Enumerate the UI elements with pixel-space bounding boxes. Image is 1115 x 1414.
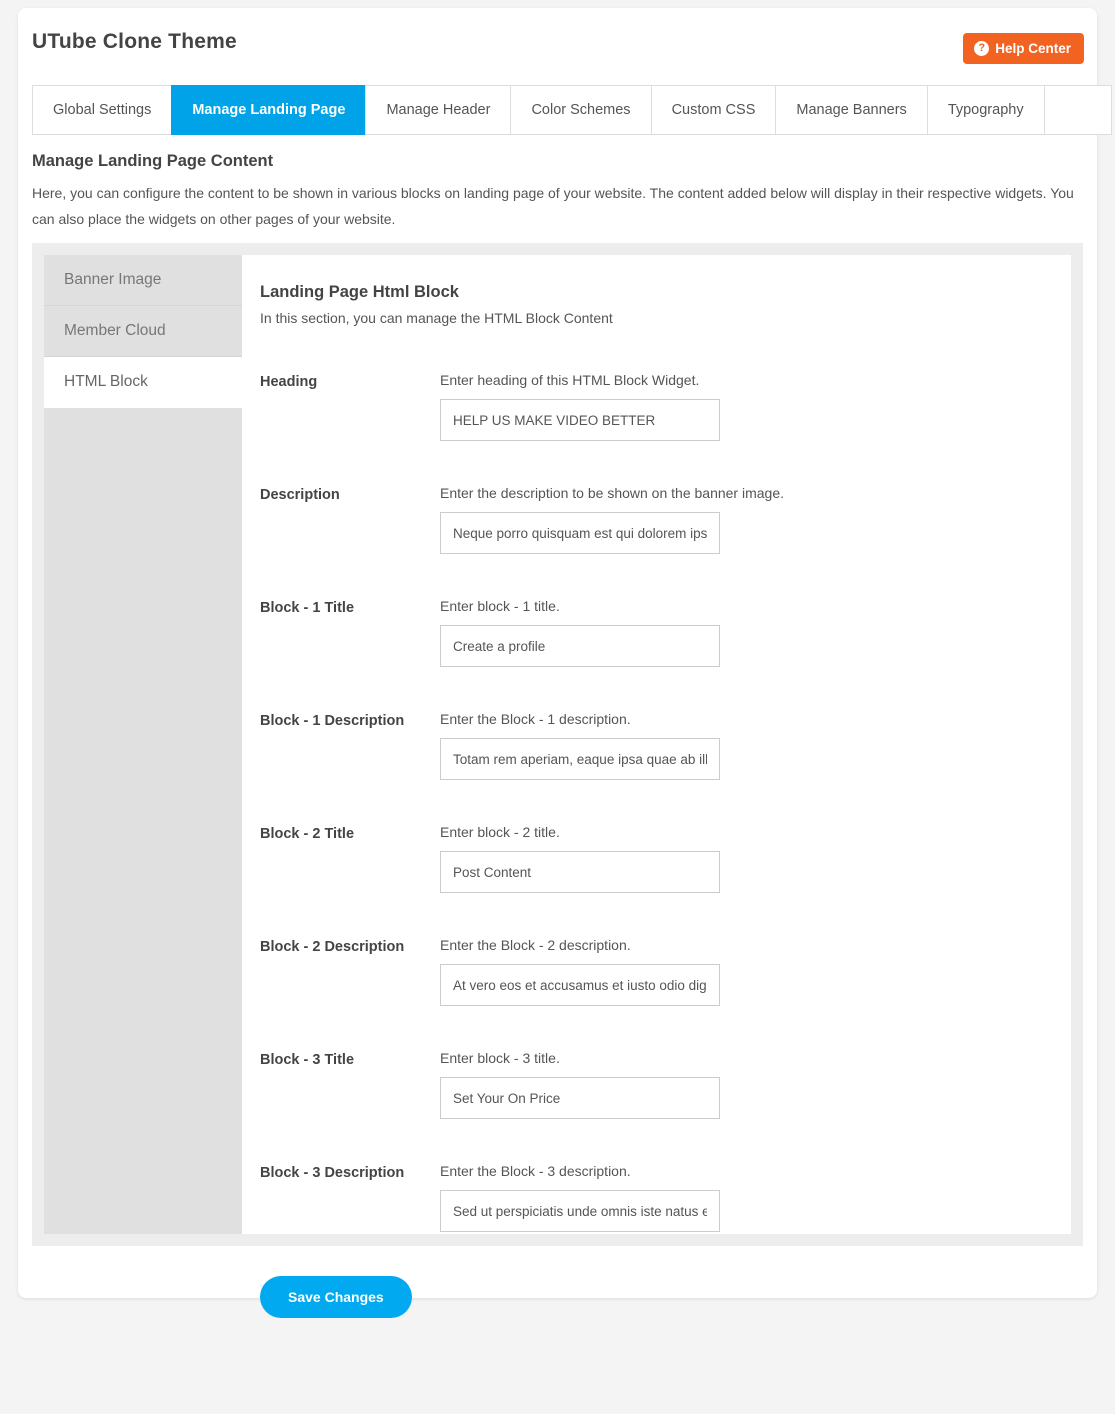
- field-help-description: Enter the description to be shown on the…: [440, 485, 784, 501]
- field-help-block-1-title: Enter block - 1 title.: [440, 598, 560, 614]
- form-pane: Landing Page Html Block In this section,…: [242, 255, 1071, 1318]
- field-help-heading: Enter heading of this HTML Block Widget.: [440, 372, 700, 388]
- form-field-description: Enter the description to be shown on the…: [440, 485, 1047, 554]
- page-title: UTube Clone Theme: [32, 30, 237, 53]
- question-mark-circle-icon: ?: [974, 41, 990, 56]
- input-block-2-title[interactable]: [440, 851, 720, 893]
- field-help-block-3-description: Enter the Block - 3 description.: [440, 1163, 631, 1179]
- form-row-block-3-title: Block - 3 Title Enter block - 3 title.: [260, 1050, 1047, 1138]
- tab-empty: [1043, 85, 1112, 135]
- form-row-block-2-title: Block - 2 Title Enter block - 2 title.: [260, 824, 1047, 912]
- field-help-block-2-title: Enter block - 2 title.: [440, 824, 560, 840]
- input-description[interactable]: [440, 512, 720, 554]
- content-panel: Banner Image Member Cloud HTML Block Landi…: [32, 243, 1083, 1318]
- form-rows: Heading Enter heading of this HTML Block …: [260, 372, 1047, 1251]
- input-block-2-description[interactable]: [440, 964, 720, 1006]
- tab-manage-banners[interactable]: Manage Banners: [775, 85, 927, 135]
- help-center-label: Help Center: [995, 40, 1071, 56]
- tab-manage-landing-page[interactable]: Manage Landing Page: [171, 85, 366, 135]
- form-field-block-2-title: Enter block - 2 title.: [440, 824, 1047, 893]
- widget-sidebar: Banner Image Member Cloud HTML Block: [44, 255, 242, 1234]
- field-help-block-2-description: Enter the Block - 2 description.: [440, 937, 631, 953]
- form-field-block-3-title: Enter block - 3 title.: [440, 1050, 1047, 1119]
- tab-custom-css[interactable]: Custom CSS: [650, 85, 776, 135]
- input-block-3-description[interactable]: [440, 1190, 720, 1232]
- form-row-block-1-title: Block - 1 Title Enter block - 1 title.: [260, 598, 1047, 686]
- theme-settings-card: UTube Clone Theme ? Help Center Global S…: [18, 8, 1112, 1318]
- form-row-block-2-description: Block - 2 Description Enter the Block - 2…: [260, 937, 1047, 1025]
- field-help-block-1-description: Enter the Block - 1 description.: [440, 711, 631, 727]
- section-description: Here, you can configure the content to b…: [32, 185, 1074, 227]
- sidebar-item-banner-image[interactable]: Banner Image: [44, 255, 242, 306]
- input-heading[interactable]: [440, 399, 720, 441]
- form-row-block-3-description: Block - 3 Description Enter the Block - 3…: [260, 1163, 1047, 1251]
- form-label-description: Description: [260, 487, 340, 503]
- tab-global-settings[interactable]: Global Settings: [32, 85, 172, 135]
- form-label-block-2-title: Block - 2 Title: [260, 826, 355, 842]
- help-center-button[interactable]: ? Help Center: [963, 33, 1084, 64]
- form-field-block-1-title: Enter block - 1 title.: [440, 598, 1047, 667]
- block-subtitle: In this section, you can manage the HTML…: [260, 310, 613, 326]
- field-help-block-3-title: Enter block - 3 title.: [440, 1050, 560, 1066]
- tab-manage-header[interactable]: Manage Header: [365, 85, 511, 135]
- form-field-heading: Enter heading of this HTML Block Widget.: [440, 372, 1047, 441]
- settings-tabs: Global Settings Manage Landing Page Manage…: [32, 85, 1112, 135]
- tab-typography[interactable]: Typography: [926, 85, 1044, 135]
- sidebar-item-member-cloud[interactable]: Member Cloud: [44, 306, 242, 357]
- page-header: UTube Clone Theme ? Help Center: [18, 8, 1097, 70]
- form-label-block-3-title: Block - 3 Title: [260, 1052, 355, 1068]
- form-field-block-1-description: Enter the Block - 1 description.: [440, 711, 1047, 780]
- input-block-1-description[interactable]: [440, 738, 720, 780]
- input-block-3-title[interactable]: [440, 1077, 720, 1119]
- section-title: Manage Landing Page Content: [32, 152, 274, 170]
- sidebar-item-html-block[interactable]: HTML Block: [44, 357, 242, 408]
- form-label-block-2-description: Block - 2 Description: [260, 939, 405, 955]
- tab-color-schemes[interactable]: Color Schemes: [510, 85, 651, 135]
- form-row-description: Description Enter the description to be s…: [260, 485, 1047, 573]
- form-row-heading: Heading Enter heading of this HTML Block …: [260, 372, 1047, 460]
- save-changes-button[interactable]: Save Changes: [260, 1276, 412, 1318]
- block-title: Landing Page Html Block: [260, 283, 459, 301]
- form-field-block-3-description: Enter the Block - 3 description.: [440, 1163, 1047, 1232]
- form-field-block-2-description: Enter the Block - 2 description.: [440, 937, 1047, 1006]
- form-label-block-1-title: Block - 1 Title: [260, 600, 355, 616]
- save-row: Save Changes: [260, 1276, 1047, 1378]
- content-panel-inner: Banner Image Member Cloud HTML Block Landi…: [44, 255, 1071, 1318]
- form-label-heading: Heading: [260, 374, 318, 390]
- input-block-1-title[interactable]: [440, 625, 720, 667]
- form-label-block-3-description: Block - 3 Description: [260, 1165, 405, 1181]
- form-label-block-1-description: Block - 1 Description: [260, 713, 405, 729]
- form-row-block-1-description: Block - 1 Description Enter the Block - 1…: [260, 711, 1047, 799]
